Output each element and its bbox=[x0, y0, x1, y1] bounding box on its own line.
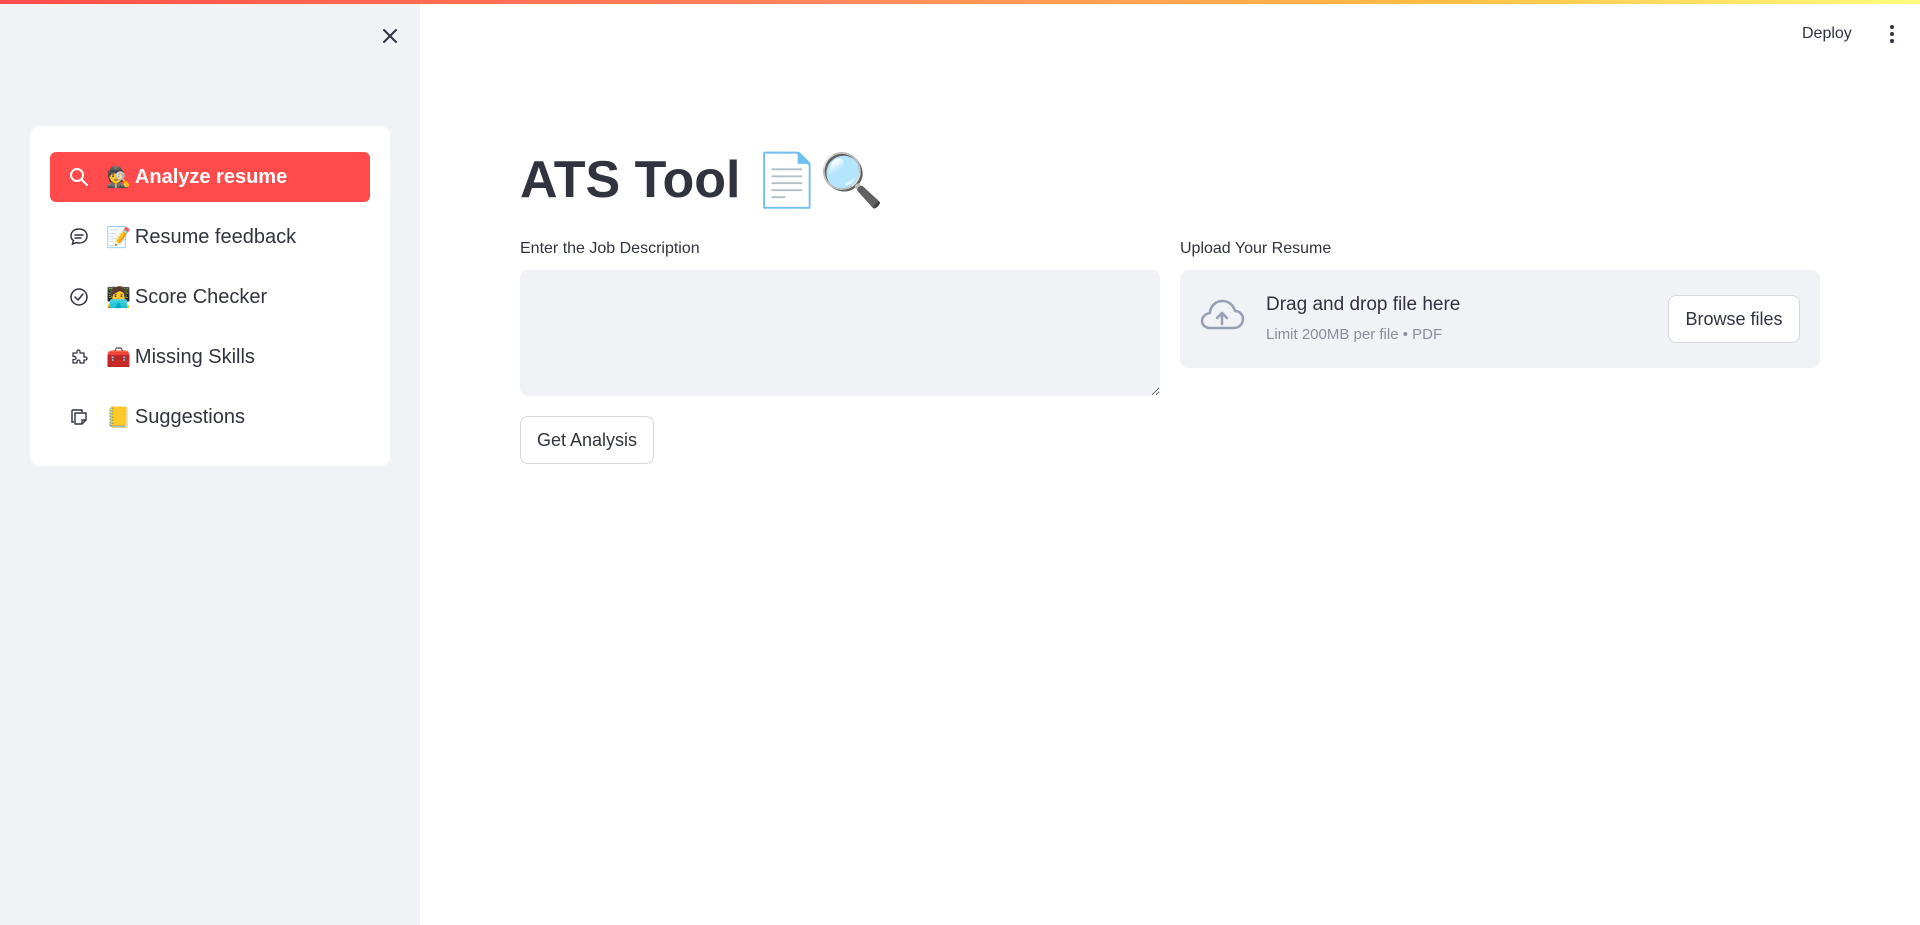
upload-resume-label: Upload Your Resume bbox=[1180, 240, 1332, 257]
get-analysis-button[interactable]: Get Analysis bbox=[520, 416, 654, 464]
sidebar-item-label: Analyze resume bbox=[134, 165, 288, 188]
page-title: ATS Tool 📄🔍 bbox=[520, 144, 884, 216]
sidebar: 🕵️ Analyze resume 📝 Resume feedback 🧑‍💻 bbox=[0, 0, 420, 925]
sidebar-item-score-checker[interactable]: 🧑‍💻 Score Checker bbox=[50, 272, 370, 322]
sidebar-item-emoji: 🕵️ bbox=[106, 166, 131, 189]
deploy-button[interactable]: Deploy bbox=[1796, 20, 1858, 48]
top-decoration-bar bbox=[0, 0, 1920, 4]
sidebar-menu: 🕵️ Analyze resume 📝 Resume feedback 🧑‍💻 bbox=[30, 126, 390, 466]
sidebar-item-emoji: 📒 bbox=[106, 406, 131, 429]
sidebar-item-resume-feedback[interactable]: 📝 Resume feedback bbox=[50, 212, 370, 262]
sidebar-item-missing-skills[interactable]: 🧰 Missing Skills bbox=[50, 332, 370, 382]
sticky-note-icon bbox=[68, 406, 90, 428]
page-title-emoji: 📄🔍 bbox=[754, 151, 884, 210]
cloud-upload-icon bbox=[1198, 296, 1246, 336]
file-dropzone[interactable]: Drag and drop file here Limit 200MB per … bbox=[1180, 270, 1820, 368]
sidebar-item-emoji: 🧑‍💻 bbox=[106, 286, 131, 309]
vertical-dots-icon[interactable] bbox=[1880, 20, 1904, 48]
sidebar-item-emoji: 📝 bbox=[106, 226, 131, 249]
sidebar-item-label: Suggestions bbox=[134, 405, 245, 428]
sidebar-item-analyze-resume[interactable]: 🕵️ Analyze resume bbox=[50, 152, 370, 202]
page-title-text: ATS Tool bbox=[520, 151, 741, 209]
check-circle-icon bbox=[68, 286, 90, 308]
browse-files-button[interactable]: Browse files bbox=[1668, 295, 1800, 343]
chat-bubble-icon bbox=[68, 226, 90, 248]
sidebar-item-label: Resume feedback bbox=[134, 225, 297, 248]
job-description-input[interactable] bbox=[520, 270, 1160, 396]
dropzone-title: Drag and drop file here bbox=[1266, 294, 1461, 315]
puzzle-icon bbox=[68, 346, 90, 368]
sidebar-item-suggestions[interactable]: 📒 Suggestions bbox=[50, 392, 370, 442]
sidebar-item-label: Missing Skills bbox=[134, 345, 255, 368]
sidebar-item-label: Score Checker bbox=[134, 285, 268, 308]
search-icon bbox=[68, 166, 90, 188]
job-description-label: Enter the Job Description bbox=[520, 240, 700, 257]
close-icon[interactable] bbox=[378, 24, 402, 48]
dropzone-subtitle: Limit 200MB per file • PDF bbox=[1266, 326, 1443, 343]
sidebar-item-emoji: 🧰 bbox=[106, 346, 131, 369]
